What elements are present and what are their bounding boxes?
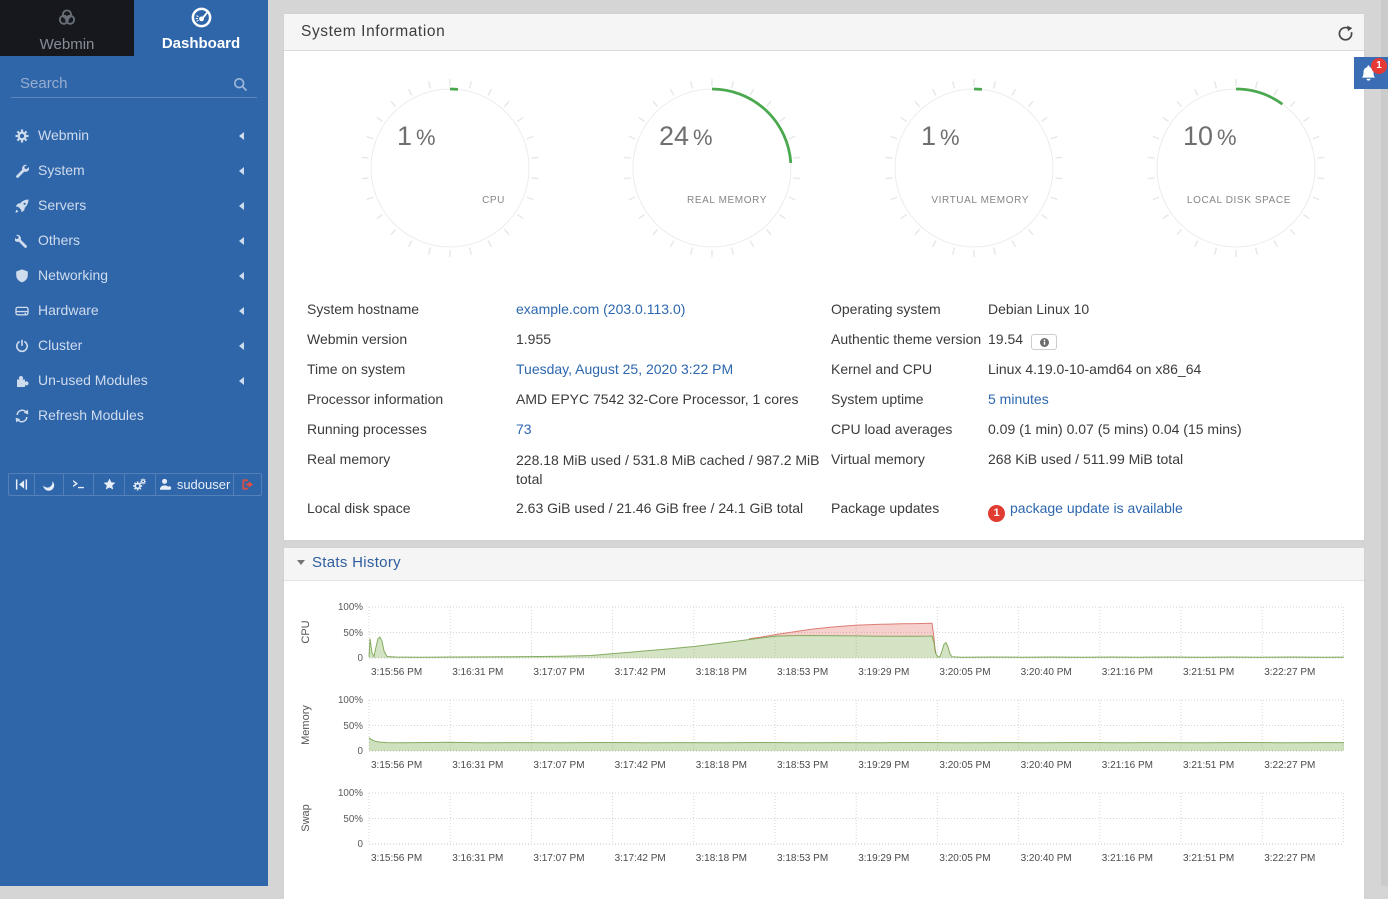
svg-text:3:20:40 PM: 3:20:40 PM [1021,760,1072,771]
svg-text:3:16:31 PM: 3:16:31 PM [452,667,503,678]
svg-text:100%: 100% [338,788,363,799]
svg-text:REAL MEMORY: REAL MEMORY [687,195,767,206]
svg-text:Swap: Swap [300,804,312,832]
svg-text:10%: 10% [1183,121,1237,151]
svg-text:Memory: Memory [300,705,312,745]
svg-text:3:16:31 PM: 3:16:31 PM [452,760,503,771]
svg-text:3:18:53 PM: 3:18:53 PM [777,853,828,864]
svg-text:100%: 100% [338,695,363,706]
svg-text:3:15:56 PM: 3:15:56 PM [371,853,422,864]
svg-text:3:20:40 PM: 3:20:40 PM [1021,853,1072,864]
svg-text:3:21:16 PM: 3:21:16 PM [1102,667,1153,678]
svg-text:3:18:18 PM: 3:18:18 PM [696,667,747,678]
svg-text:50%: 50% [343,628,363,639]
svg-text:3:21:51 PM: 3:21:51 PM [1183,853,1234,864]
svg-text:3:17:42 PM: 3:17:42 PM [615,667,666,678]
svg-text:24%: 24% [659,121,713,151]
svg-text:3:19:29 PM: 3:19:29 PM [858,853,909,864]
svg-text:1%: 1% [397,121,436,151]
svg-text:3:21:51 PM: 3:21:51 PM [1183,760,1234,771]
svg-text:3:17:42 PM: 3:17:42 PM [615,853,666,864]
svg-text:3:15:56 PM: 3:15:56 PM [371,760,422,771]
svg-text:3:21:16 PM: 3:21:16 PM [1102,853,1153,864]
svg-text:3:18:18 PM: 3:18:18 PM [696,760,747,771]
svg-text:3:17:07 PM: 3:17:07 PM [533,667,584,678]
svg-text:3:19:29 PM: 3:19:29 PM [858,667,909,678]
svg-text:3:20:05 PM: 3:20:05 PM [939,760,990,771]
svg-text:3:17:07 PM: 3:17:07 PM [533,760,584,771]
svg-text:50%: 50% [343,721,363,732]
svg-text:3:21:16 PM: 3:21:16 PM [1102,760,1153,771]
svg-text:CPU: CPU [300,620,312,643]
svg-text:3:22:27 PM: 3:22:27 PM [1264,760,1315,771]
svg-text:3:22:27 PM: 3:22:27 PM [1264,667,1315,678]
svg-text:3:18:53 PM: 3:18:53 PM [777,667,828,678]
svg-text:3:15:56 PM: 3:15:56 PM [371,667,422,678]
svg-text:3:17:42 PM: 3:17:42 PM [615,760,666,771]
svg-text:3:20:05 PM: 3:20:05 PM [939,667,990,678]
svg-text:3:18:18 PM: 3:18:18 PM [696,853,747,864]
svg-text:1%: 1% [921,121,960,151]
svg-text:3:20:05 PM: 3:20:05 PM [939,853,990,864]
svg-text:0: 0 [358,746,364,757]
svg-text:3:16:31 PM: 3:16:31 PM [452,853,503,864]
svg-text:3:17:07 PM: 3:17:07 PM [533,853,584,864]
svg-text:LOCAL DISK SPACE: LOCAL DISK SPACE [1187,195,1291,206]
svg-text:0: 0 [358,653,364,664]
svg-text:3:21:51 PM: 3:21:51 PM [1183,667,1234,678]
svg-text:3:18:53 PM: 3:18:53 PM [777,760,828,771]
svg-text:100%: 100% [338,602,363,613]
svg-text:0: 0 [358,839,364,850]
svg-text:VIRTUAL MEMORY: VIRTUAL MEMORY [931,195,1029,206]
svg-text:3:20:40 PM: 3:20:40 PM [1021,667,1072,678]
svg-text:3:22:27 PM: 3:22:27 PM [1264,853,1315,864]
svg-text:50%: 50% [343,814,363,825]
svg-text:3:19:29 PM: 3:19:29 PM [858,760,909,771]
svg-text:CPU: CPU [482,195,505,206]
